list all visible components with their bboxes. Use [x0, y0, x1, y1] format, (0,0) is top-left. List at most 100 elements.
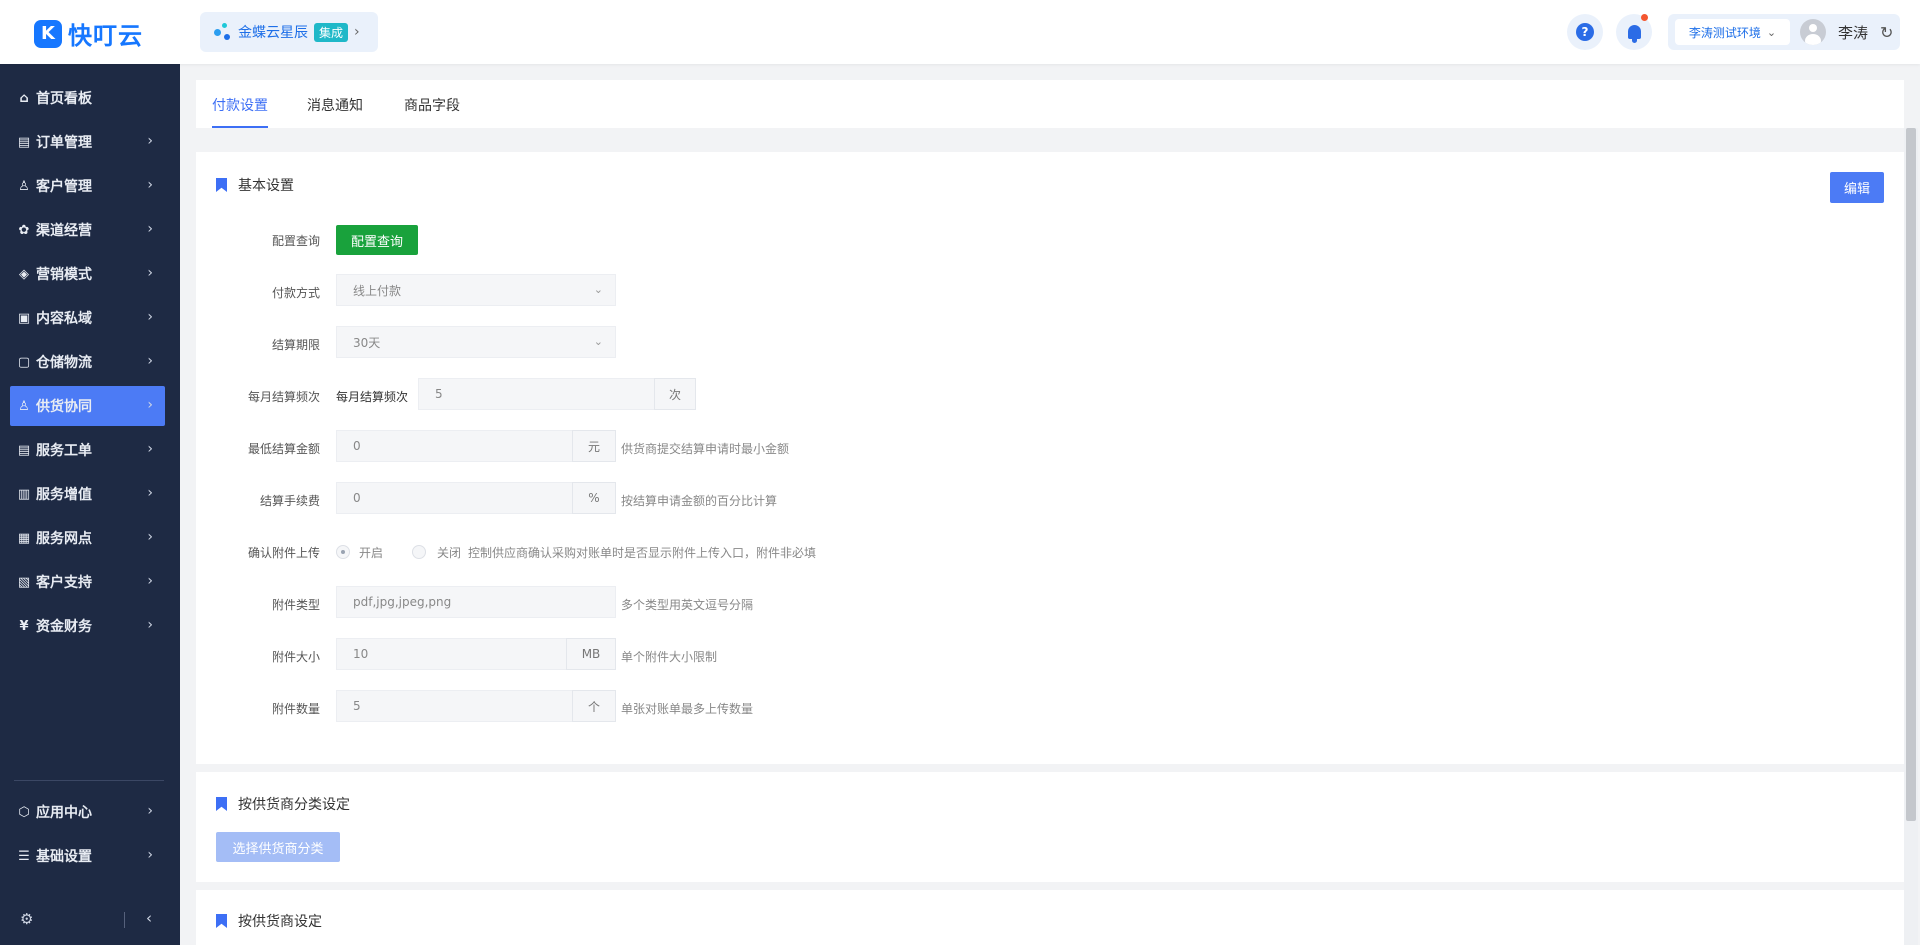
- environment-select[interactable]: 李涛测试环境 ⌄: [1675, 19, 1790, 45]
- basic-settings-section: 基本设置 编辑 配置查询 配置查询 付款方式 线上付款 ⌄ 结算期限 30天 ⌄…: [196, 152, 1904, 764]
- monthly-frequency-unit: 次: [654, 378, 696, 410]
- sidebar-divider: [14, 780, 164, 781]
- page-scrollbar[interactable]: [1904, 128, 1918, 945]
- sidebar-item-9[interactable]: ▥ 服务增值 ›: [10, 474, 165, 514]
- attachment-type-input[interactable]: pdf,jpg,jpeg,png: [336, 586, 616, 618]
- tag-icon: ◈: [19, 266, 29, 282]
- attachment-upload-on-radio[interactable]: [336, 545, 350, 559]
- sidebar-bottom-item-1[interactable]: ☰ 基础设置 ›: [10, 836, 165, 876]
- sidebar-item-5[interactable]: ▣ 内容私域 ›: [10, 298, 165, 338]
- bell-icon: [1627, 25, 1641, 43]
- attachment-upload-on-label[interactable]: 开启: [359, 544, 383, 561]
- customer-icon: ♙: [18, 178, 30, 194]
- sidebar-item-4[interactable]: ◈ 营销模式 ›: [10, 254, 165, 294]
- sidebar-item-10[interactable]: ▦ 服务网点 ›: [10, 518, 165, 558]
- footer-divider: [124, 912, 125, 928]
- min-amount-unit: 元: [572, 430, 616, 462]
- sidebar-item-label: 资金财务: [36, 619, 92, 635]
- chevron-right-icon: ›: [147, 309, 153, 325]
- chevron-right-icon: ›: [147, 573, 153, 589]
- notification-button[interactable]: [1616, 14, 1652, 50]
- attachment-count-hint: 单张对账单最多上传数量: [621, 702, 754, 716]
- sidebar-item-0[interactable]: ⌂ 首页看板: [10, 78, 165, 118]
- sidebar-item-12[interactable]: ¥ 资金财务 ›: [10, 606, 165, 646]
- monthly-frequency-inline-label: 每月结算频次: [336, 390, 409, 404]
- sidebar-item-label: 客户管理: [36, 179, 92, 195]
- user-area: 李涛测试环境 ⌄ 李涛 ↻: [1668, 14, 1900, 50]
- gear-icon[interactable]: ⚙: [20, 910, 33, 928]
- integration-chip[interactable]: 金蝶云星辰 集成 ›: [200, 12, 378, 52]
- payment-method-select[interactable]: 线上付款 ⌄: [336, 274, 616, 306]
- chevron-right-icon: ›: [147, 265, 153, 281]
- scrollbar-thumb[interactable]: [1906, 128, 1916, 821]
- config-query-button[interactable]: 配置查询: [336, 225, 418, 255]
- basic-settings-title: 基本设置: [216, 175, 294, 195]
- order-icon: ▤: [17, 134, 31, 150]
- sidebar-item-label: 渠道经营: [36, 223, 92, 239]
- chevron-right-icon: ›: [147, 617, 153, 633]
- edit-button[interactable]: 编辑: [1830, 172, 1884, 203]
- attachment-size-unit: MB: [566, 638, 616, 670]
- user-name[interactable]: 李涛: [1838, 22, 1868, 43]
- sidebar-item-label: 客户支持: [36, 575, 92, 591]
- ticket-icon: ▤: [17, 442, 31, 458]
- sidebar-item-1[interactable]: ▤ 订单管理 ›: [10, 122, 165, 162]
- fee-hint: 按结算申请金额的百分比计算: [621, 494, 778, 508]
- integration-badge: 集成: [314, 22, 349, 42]
- tab-payment-settings[interactable]: 付款设置: [212, 95, 268, 128]
- sidebar-item-label: 基础设置: [36, 849, 92, 865]
- environment-label: 李涛测试环境: [1688, 25, 1761, 40]
- monthly-frequency-label: 每月结算频次: [247, 390, 320, 404]
- chevron-right-icon: ›: [147, 221, 153, 237]
- attachment-upload-off-label[interactable]: 关闭: [437, 544, 461, 561]
- fee-input[interactable]: 0: [336, 482, 576, 514]
- sidebar-item-8[interactable]: ▤ 服务工单 ›: [10, 430, 165, 470]
- tab-bar: 付款设置 消息通知 商品字段: [196, 80, 1904, 128]
- attachment-count-value: 5: [353, 699, 361, 713]
- sidebar-item-6[interactable]: ▢ 仓储物流 ›: [10, 342, 165, 382]
- sidebar-bottom-item-0[interactable]: ⬡ 应用中心 ›: [10, 792, 165, 832]
- sidebar-item-2[interactable]: ♙ 客户管理 ›: [10, 166, 165, 206]
- chevron-right-icon: ›: [147, 353, 153, 369]
- supplier-category-section: 按供货商分类设定 选择供货商分类: [196, 772, 1904, 882]
- fee-unit: %: [572, 482, 616, 514]
- select-supplier-category-button[interactable]: 选择供货商分类: [216, 832, 340, 862]
- tab-message-notification[interactable]: 消息通知: [307, 95, 363, 128]
- help-icon: ?: [1576, 23, 1594, 41]
- attachment-count-unit: 个: [572, 690, 616, 722]
- notification-dot: [1641, 14, 1648, 21]
- attachment-size-input[interactable]: 10: [336, 638, 572, 670]
- store-icon: ▦: [17, 530, 31, 546]
- warehouse-icon: ▢: [17, 354, 31, 370]
- sidebar-item-label: 仓储物流: [36, 355, 92, 371]
- supply-icon: ♙: [18, 398, 30, 414]
- sidebar-item-label: 首页看板: [36, 91, 92, 107]
- avatar[interactable]: [1800, 19, 1826, 45]
- monthly-frequency-input[interactable]: 5: [418, 378, 658, 410]
- help-button[interactable]: ?: [1567, 14, 1603, 50]
- refresh-icon[interactable]: ↻: [1880, 23, 1893, 42]
- sidebar-item-11[interactable]: ▧ 客户支持 ›: [10, 562, 165, 602]
- app-logo[interactable]: K 快叮云: [34, 16, 143, 51]
- attachment-upload-label: 确认附件上传: [247, 546, 320, 560]
- collapse-sidebar-icon[interactable]: ‹: [146, 909, 152, 927]
- attachment-upload-hint: 控制供应商确认采购对账单时是否显示附件上传入口，附件非必填: [468, 546, 817, 560]
- chevron-right-icon: ›: [147, 803, 153, 819]
- payment-method-value: 线上付款: [353, 283, 402, 298]
- section-title-text: 按供货商设定: [238, 914, 322, 930]
- sidebar-item-label: 服务网点: [36, 531, 92, 547]
- config-query-label: 配置查询: [271, 234, 320, 248]
- sidebar-item-3[interactable]: ✿ 渠道经营 ›: [10, 210, 165, 250]
- tab-product-fields[interactable]: 商品字段: [404, 95, 460, 128]
- bookmark-icon: [216, 178, 227, 192]
- finance-icon: ¥: [19, 618, 29, 634]
- sidebar-item-7[interactable]: ♙ 供货协同 ›: [10, 386, 165, 426]
- chevron-right-icon: ›: [147, 529, 153, 545]
- attachment-upload-off-radio[interactable]: [412, 545, 426, 559]
- sidebar-item-label: 营销模式: [36, 267, 92, 283]
- settlement-period-select[interactable]: 30天 ⌄: [336, 326, 616, 358]
- attachment-count-input[interactable]: 5: [336, 690, 576, 722]
- sidebar-item-label: 服务增值: [36, 487, 92, 503]
- home-icon: ⌂: [19, 90, 29, 106]
- min-amount-input[interactable]: 0: [336, 430, 576, 462]
